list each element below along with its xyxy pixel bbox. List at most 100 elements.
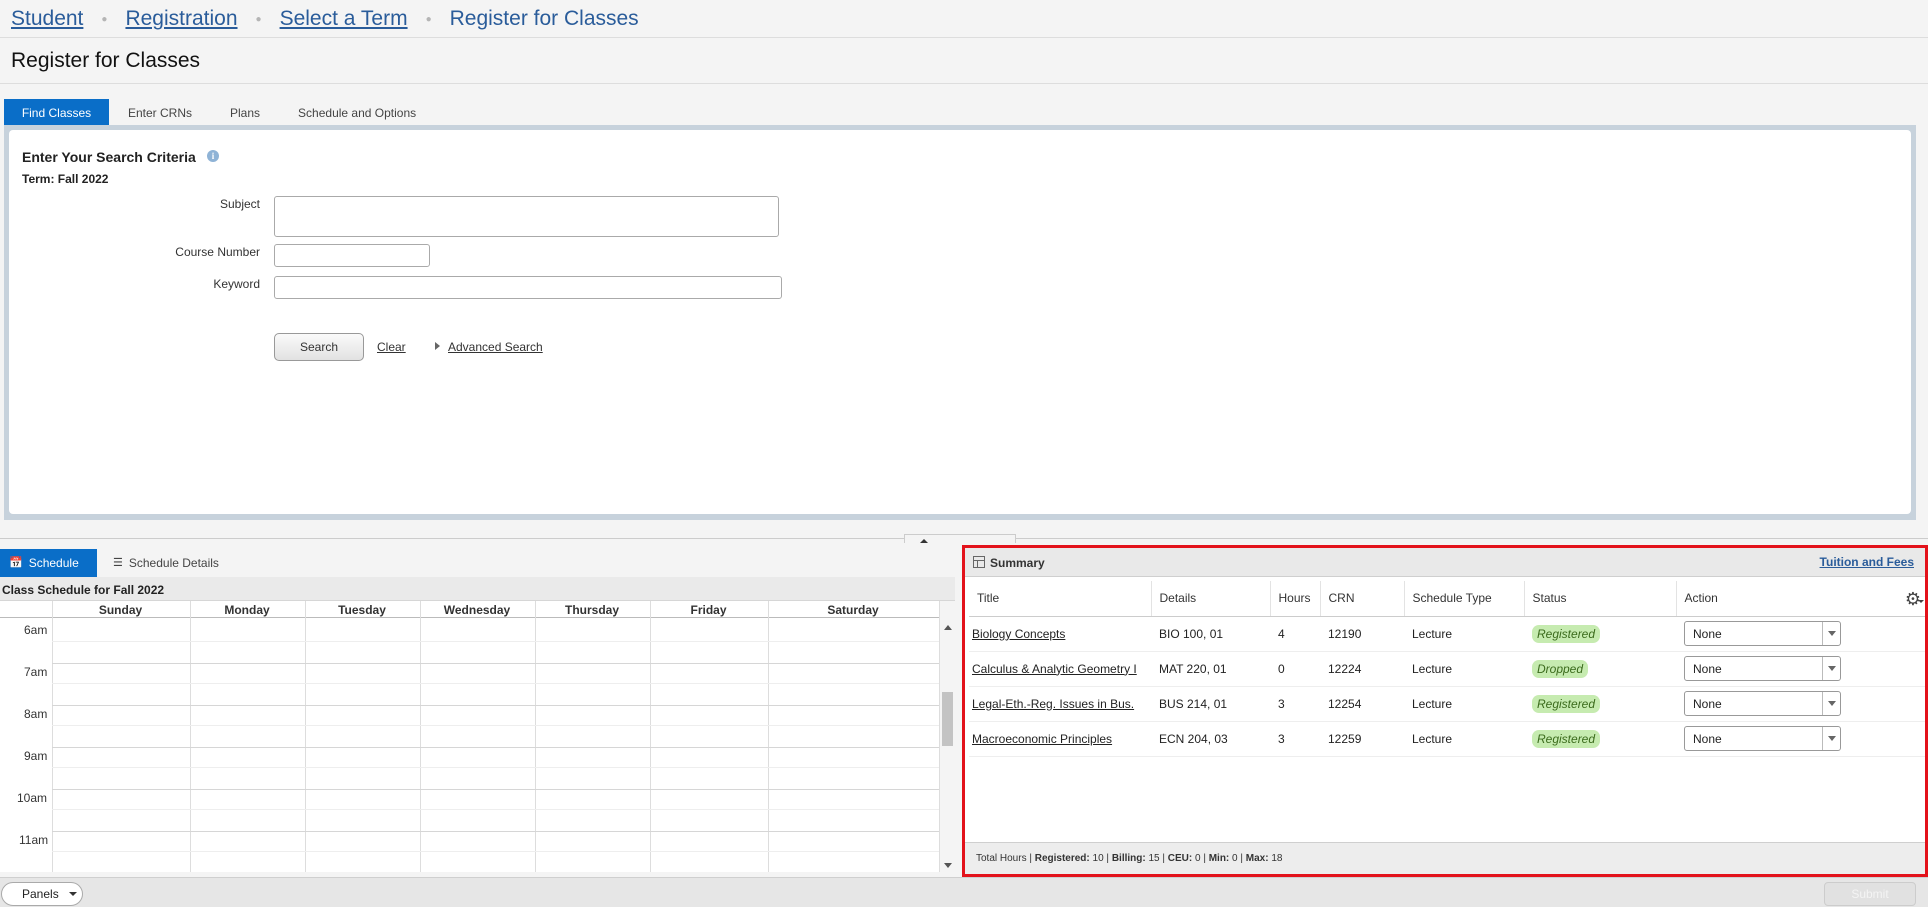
tuition-fees-link[interactable]: Tuition and Fees <box>1820 555 1914 569</box>
course-schedule-type: Lecture <box>1404 616 1524 652</box>
table-header-row: Title Details Hours CRN Schedule Type St… <box>969 581 1925 617</box>
keyword-input[interactable] <box>274 276 782 299</box>
subject-input[interactable] <box>274 196 779 237</box>
action-select[interactable]: None <box>1684 691 1841 716</box>
column-action[interactable]: Action <box>1676 581 1925 617</box>
action-select[interactable]: None <box>1684 726 1841 751</box>
course-title-link[interactable]: Biology Concepts <box>972 627 1065 641</box>
breadcrumb-current: Register for Classes <box>449 7 639 30</box>
day-tuesday: Tuesday <box>338 603 386 617</box>
table-row: Macroeconomic Principles ECN 204, 03 3 1… <box>969 721 1925 757</box>
max-hours: 18 <box>1271 853 1283 864</box>
chevron-down-icon[interactable] <box>1822 622 1840 645</box>
min-hours: 0 <box>1232 853 1238 864</box>
search-button[interactable]: Search <box>274 333 364 361</box>
submit-button[interactable]: Submit <box>1824 882 1916 906</box>
advanced-search-link[interactable]: Advanced Search <box>448 340 543 354</box>
tab-schedule-details-label: Schedule Details <box>128 556 219 570</box>
course-title-link[interactable]: Legal-Eth.-Reg. Issues in Bus. <box>972 697 1134 711</box>
summary-table: Title Details Hours CRN Schedule Type St… <box>969 581 1925 757</box>
course-details: ECN 204, 03 <box>1151 721 1270 757</box>
list-icon: ☰ <box>113 557 123 569</box>
billing-hours: 15 <box>1148 853 1160 864</box>
day-saturday: Saturday <box>827 603 879 617</box>
breadcrumb-select-term[interactable]: Select a Term <box>280 7 408 31</box>
course-title-link[interactable]: Macroeconomic Principles <box>972 732 1112 746</box>
tab-find-classes[interactable]: Find Classes <box>4 99 109 125</box>
course-crn: 12190 <box>1320 616 1404 652</box>
schedule-header-title: Class Schedule for Fall 2022 <box>2 583 165 597</box>
column-hours[interactable]: Hours <box>1270 581 1321 617</box>
course-schedule-type: Lecture <box>1404 651 1524 687</box>
course-hours: 0 <box>1270 651 1320 687</box>
course-number-input[interactable] <box>274 244 430 267</box>
info-icon[interactable]: i <box>207 150 219 162</box>
hour-label-7am: 7am <box>24 665 48 679</box>
half-hour-line <box>52 851 939 852</box>
divider <box>0 83 1928 84</box>
course-number-label: Course Number <box>175 245 260 259</box>
collapse-up-icon[interactable] <box>920 539 928 543</box>
chevron-down-icon[interactable] <box>1822 727 1840 750</box>
scrollbar-thumb[interactable] <box>942 692 953 746</box>
class-schedule-calendar[interactable]: Sunday Monday Tuesday Wednesday Thursday… <box>0 601 940 872</box>
chevron-down-icon[interactable] <box>1822 657 1840 680</box>
clear-link[interactable]: Clear <box>377 340 406 354</box>
calendar-day-header: Sunday Monday Tuesday Wednesday Thursday… <box>0 601 939 618</box>
column-title[interactable]: Title <box>969 581 1152 617</box>
ceu-hours: 0 <box>1195 853 1201 864</box>
scroll-up-icon[interactable] <box>944 625 952 630</box>
tab-plans[interactable]: Plans <box>211 99 279 125</box>
status-badge: Dropped <box>1532 659 1589 678</box>
registration-tabs: Find Classes Enter CRNs Plans Schedule a… <box>4 99 435 125</box>
schedule-header: Class Schedule for Fall 2022 <box>0 577 955 601</box>
action-select-value: None <box>1693 732 1722 746</box>
tab-schedule-options[interactable]: Schedule and Options <box>279 99 435 125</box>
hour-line <box>52 831 939 832</box>
caret-right-icon <box>435 342 440 350</box>
registered-label: Registered: <box>1034 853 1090 864</box>
term-label: Term: Fall 2022 <box>22 172 109 186</box>
breadcrumb-separator: ● <box>425 13 432 25</box>
tab-schedule[interactable]: 📅 Schedule <box>0 549 97 577</box>
breadcrumb: Student ● Registration ● Select a Term ●… <box>11 4 639 34</box>
course-details: MAT 220, 01 <box>1151 651 1270 687</box>
summary-panel: Summary Tuition and Fees Title Details H… <box>962 545 1928 877</box>
status-badge: Registered <box>1532 624 1601 643</box>
registered-hours: 10 <box>1092 853 1104 864</box>
table-row: Legal-Eth.-Reg. Issues in Bus. BUS 214, … <box>969 686 1925 722</box>
tab-enter-crns[interactable]: Enter CRNs <box>109 99 211 125</box>
action-select[interactable]: None <box>1684 656 1841 681</box>
hour-line <box>52 705 939 706</box>
half-hour-line <box>52 725 939 726</box>
tab-schedule-details[interactable]: ☰ Schedule Details <box>97 549 219 577</box>
chevron-down-icon[interactable] <box>1822 692 1840 715</box>
scroll-down-icon[interactable] <box>944 863 952 868</box>
course-details: BUS 214, 01 <box>1151 686 1270 722</box>
course-schedule-type: Lecture <box>1404 721 1524 757</box>
column-schedule-type[interactable]: Schedule Type <box>1404 581 1525 617</box>
schedule-tabs: 📅 Schedule ☰ Schedule Details <box>0 549 955 577</box>
status-badge: Registered <box>1532 729 1601 748</box>
column-crn[interactable]: CRN <box>1320 581 1405 617</box>
calendar-scrollbar[interactable] <box>940 618 955 872</box>
day-thursday: Thursday <box>564 603 619 617</box>
action-select[interactable]: None <box>1684 621 1841 646</box>
column-details[interactable]: Details <box>1151 581 1271 617</box>
half-hour-line <box>52 641 939 642</box>
divider <box>0 37 1928 38</box>
hour-label-9am: 9am <box>24 749 48 763</box>
column-status[interactable]: Status <box>1524 581 1677 617</box>
course-hours: 4 <box>1270 616 1320 652</box>
panels-button[interactable]: Panels <box>1 882 83 906</box>
search-panel: Enter Your Search Criteria i Term: Fall … <box>4 125 1916 520</box>
day-monday: Monday <box>224 603 270 617</box>
hour-label-8am: 8am <box>24 707 48 721</box>
hour-label-10am: 10am <box>17 791 48 805</box>
course-schedule-type: Lecture <box>1404 686 1524 722</box>
breadcrumb-student[interactable]: Student <box>11 7 83 31</box>
caret-down-icon[interactable] <box>1918 600 1924 603</box>
breadcrumb-registration[interactable]: Registration <box>125 7 237 31</box>
course-title-link[interactable]: Calculus & Analytic Geometry I <box>972 662 1137 676</box>
gear-icon[interactable]: ⚙ <box>1905 590 1921 608</box>
